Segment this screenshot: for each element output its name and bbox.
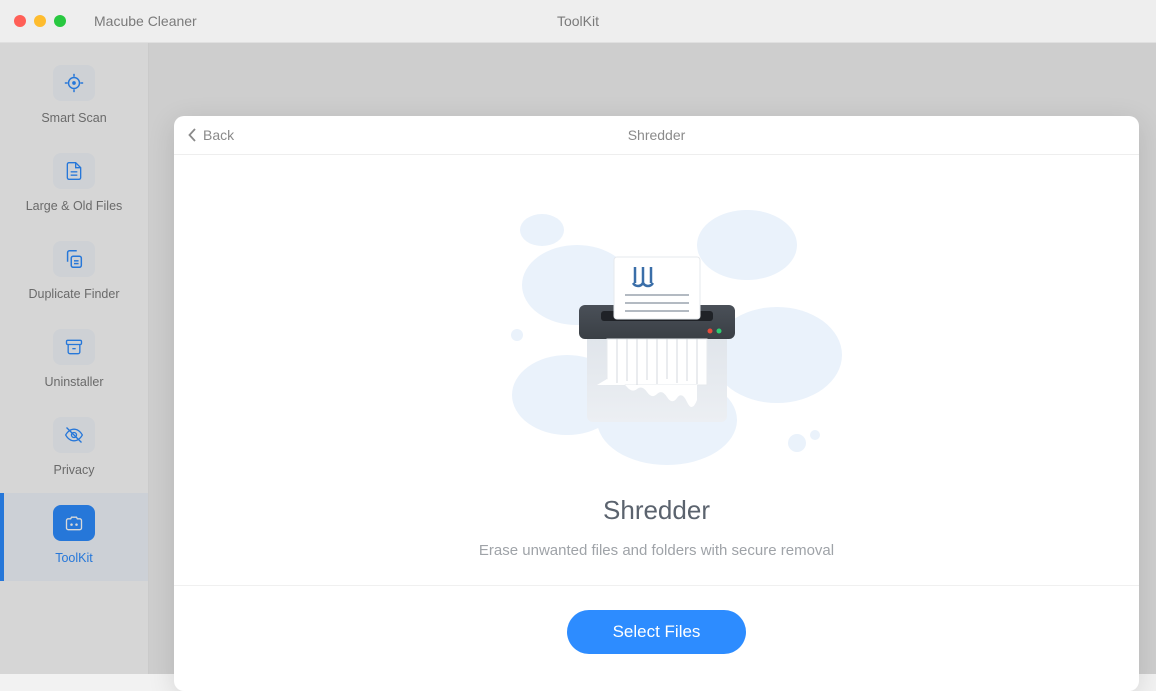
close-window-button[interactable] bbox=[14, 15, 26, 27]
back-button[interactable]: Back bbox=[188, 127, 234, 143]
chevron-left-icon bbox=[188, 128, 197, 142]
title-bar: Macube Cleaner ToolKit bbox=[0, 0, 1156, 43]
panel-body: Shredder Erase unwanted files and folder… bbox=[174, 155, 1139, 691]
panel-header: Back Shredder bbox=[174, 116, 1139, 155]
feature-title: Shredder bbox=[603, 495, 710, 526]
panel-title: Shredder bbox=[174, 127, 1139, 143]
window-controls bbox=[14, 15, 66, 27]
select-files-button[interactable]: Select Files bbox=[567, 610, 747, 654]
divider bbox=[174, 585, 1139, 586]
feature-subtitle: Erase unwanted files and folders with se… bbox=[479, 542, 834, 559]
back-label: Back bbox=[203, 127, 234, 143]
minimize-window-button[interactable] bbox=[34, 15, 46, 27]
shredder-illustration bbox=[447, 175, 867, 475]
maximize-window-button[interactable] bbox=[54, 15, 66, 27]
shredder-panel: Back Shredder bbox=[174, 116, 1139, 691]
app-name: Macube Cleaner bbox=[94, 13, 197, 29]
